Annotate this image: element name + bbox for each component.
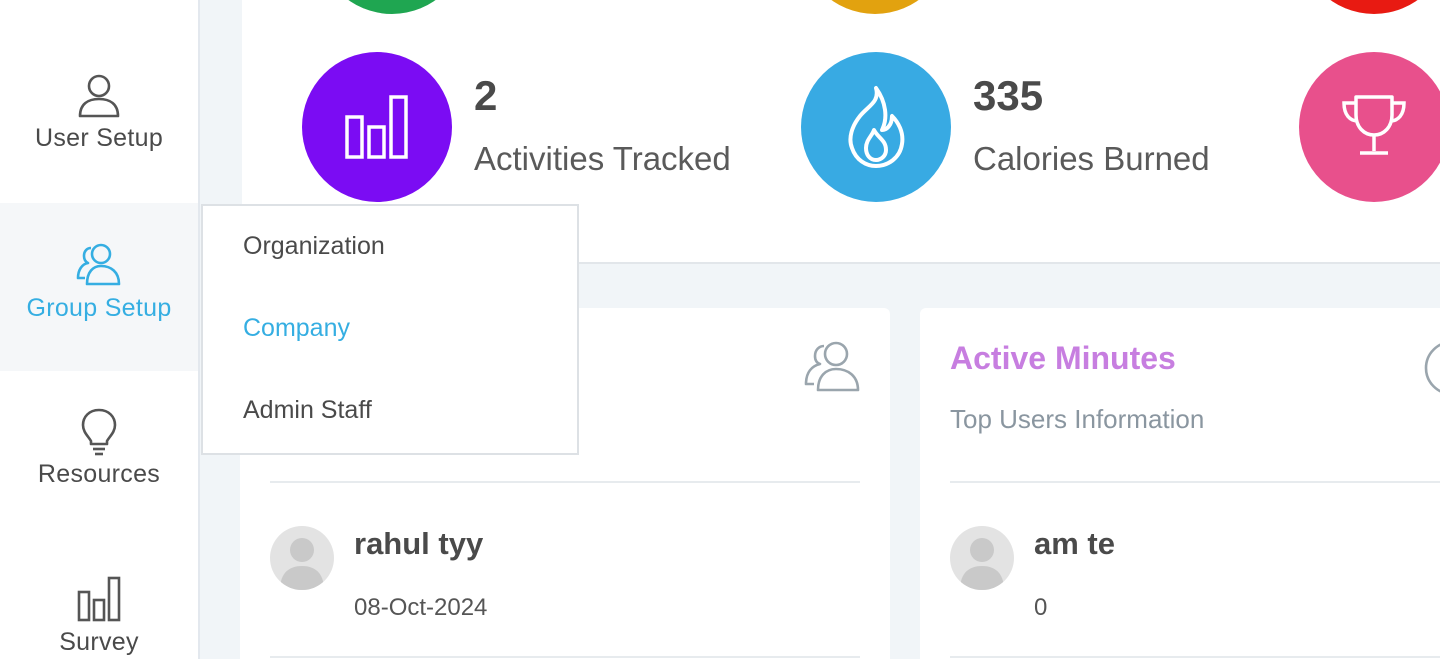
trophy-icon bbox=[1342, 95, 1406, 155]
trophy-circle bbox=[1299, 52, 1440, 202]
sidebar-item-resources[interactable]: Resources bbox=[0, 406, 198, 489]
activities-label: Activities Tracked bbox=[474, 140, 731, 177]
divider bbox=[270, 481, 860, 483]
user-date: 08-Oct-2024 bbox=[354, 594, 488, 621]
card-subtitle: Top Users Information bbox=[950, 404, 1205, 434]
activities-circle bbox=[302, 52, 452, 202]
sidebar-item-label: Survey bbox=[59, 628, 139, 656]
sidebar-item-survey[interactable]: Survey bbox=[0, 574, 198, 657]
clock-icon bbox=[1424, 343, 1440, 393]
calories-value: 335 bbox=[973, 72, 1044, 119]
stat-circle-red bbox=[1299, 0, 1440, 14]
bar-chart-icon bbox=[77, 576, 121, 622]
avatar bbox=[270, 526, 334, 590]
sidebar-item-label: Group Setup bbox=[26, 294, 172, 322]
card-title: Active Minutes bbox=[950, 340, 1176, 376]
divider bbox=[270, 656, 860, 658]
sidebar: User Setup Group Setup Resources Survey bbox=[0, 0, 200, 659]
users-icon bbox=[76, 243, 121, 286]
users-icon bbox=[804, 341, 860, 392]
sidebar-item-group-setup[interactable]: Group Setup bbox=[0, 203, 198, 371]
fire-icon bbox=[848, 86, 905, 168]
sidebar-item-label: Resources bbox=[37, 460, 161, 488]
avatar bbox=[950, 526, 1014, 590]
menu-item-organization[interactable]: Organization bbox=[243, 232, 385, 261]
group-setup-dropdown: Organization Company Admin Staff bbox=[201, 204, 579, 455]
sidebar-item-label: User Setup bbox=[34, 124, 164, 152]
user-icon bbox=[78, 74, 120, 118]
activities-value: 2 bbox=[474, 72, 498, 119]
user-name: rahul tyy bbox=[354, 526, 484, 561]
divider bbox=[950, 656, 1440, 658]
calories-circle bbox=[801, 52, 951, 202]
lightbulb-icon bbox=[81, 408, 117, 456]
menu-item-admin-staff[interactable]: Admin Staff bbox=[243, 396, 372, 425]
bar-chart-icon bbox=[345, 95, 408, 159]
stat-circle-green bbox=[317, 0, 467, 14]
active-minutes-card: Active Minutes Top Users Information am … bbox=[920, 308, 1440, 659]
divider bbox=[950, 481, 1440, 483]
user-minutes: 0 bbox=[1034, 594, 1048, 621]
stat-circle-orange bbox=[800, 0, 950, 14]
menu-item-company[interactable]: Company bbox=[243, 314, 350, 343]
sidebar-item-user-setup[interactable]: User Setup bbox=[0, 70, 198, 153]
user-name: am te bbox=[1034, 526, 1115, 561]
calories-label: Calories Burned bbox=[973, 140, 1210, 177]
